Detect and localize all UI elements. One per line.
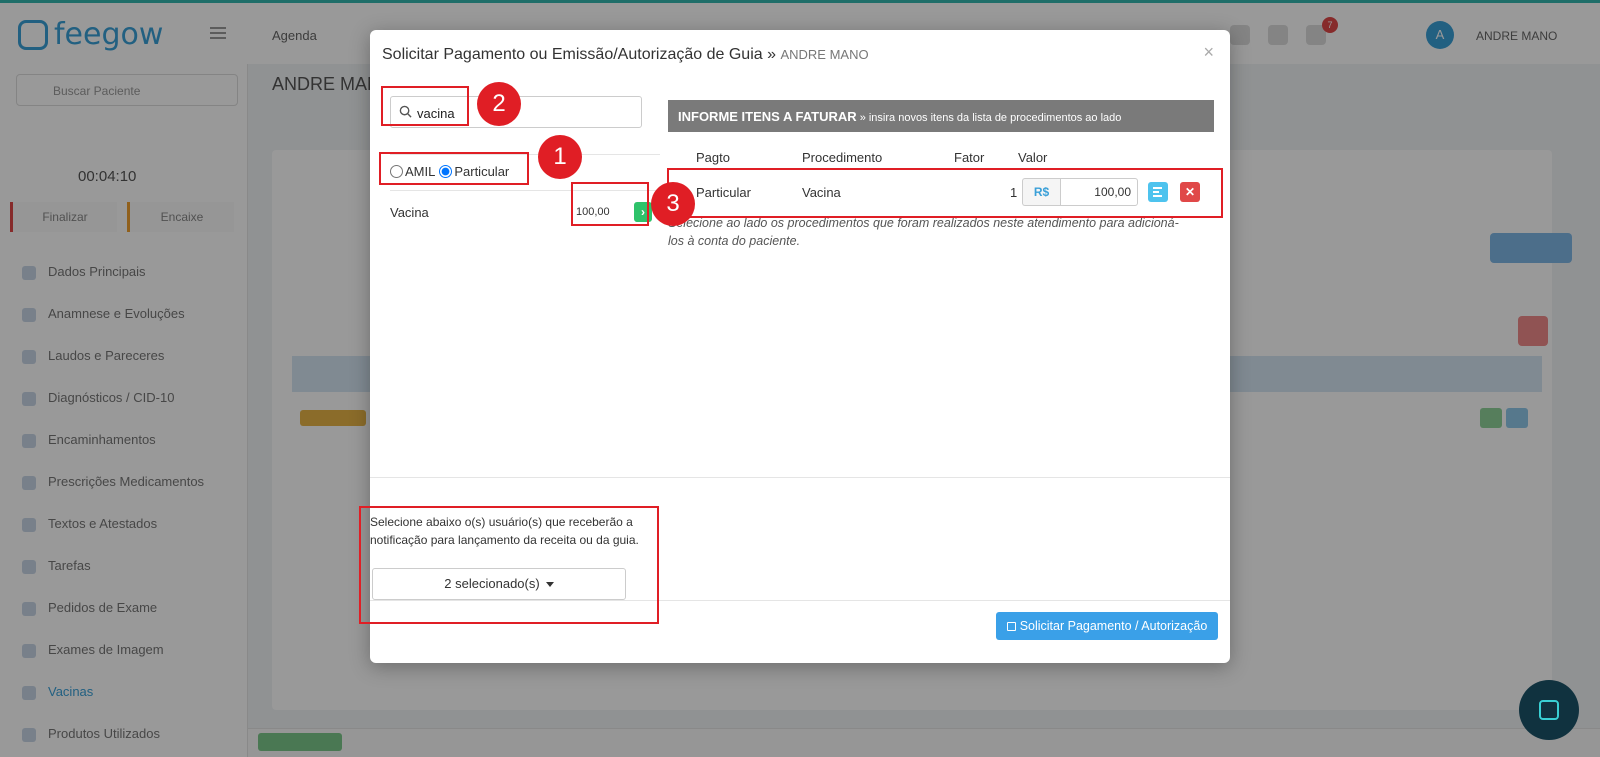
col-fator: Fator bbox=[954, 150, 985, 165]
save-icon bbox=[1006, 622, 1016, 631]
invoice-header-sub: » insira novos itens da lista de procedi… bbox=[859, 112, 1122, 124]
annotation-box-radio bbox=[379, 152, 529, 185]
annotation-box-search bbox=[381, 86, 469, 126]
submit-label: Solicitar Pagamento / Autorização bbox=[1019, 619, 1208, 633]
divider bbox=[370, 477, 1230, 478]
procedure-name: Vacina bbox=[390, 205, 429, 220]
close-icon[interactable]: × bbox=[1203, 42, 1214, 63]
chat-widget[interactable] bbox=[1519, 680, 1579, 740]
help-text: Selecione ao lado os procedimentos que f… bbox=[668, 216, 1179, 248]
modal-title: Solicitar Pagamento ou Emissão/Autorizaç… bbox=[382, 46, 869, 64]
annotation-badge-1: 1 bbox=[538, 135, 582, 179]
invoice-items-header: INFORME ITENS A FATURAR » insira novos i… bbox=[668, 100, 1214, 132]
col-valor: Valor bbox=[1018, 150, 1048, 165]
annotation-badge-2: 2 bbox=[477, 82, 521, 126]
col-procedimento: Procedimento bbox=[802, 150, 883, 165]
annotation-box-add bbox=[571, 182, 649, 226]
annotation-box-item-row bbox=[667, 168, 1223, 218]
submit-payment-button[interactable]: Solicitar Pagamento / Autorização bbox=[996, 612, 1218, 640]
annotation-badge-3: 3 bbox=[651, 182, 695, 226]
chat-icon bbox=[1539, 700, 1559, 720]
col-pagto: Pagto bbox=[696, 150, 730, 165]
modal-title-text: Solicitar Pagamento ou Emissão/Autorizaç… bbox=[382, 46, 776, 63]
annotation-box-notify bbox=[359, 506, 659, 624]
modal-patient-name: ANDRE MANO bbox=[780, 47, 869, 62]
invoice-header-title: INFORME ITENS A FATURAR bbox=[678, 109, 857, 124]
